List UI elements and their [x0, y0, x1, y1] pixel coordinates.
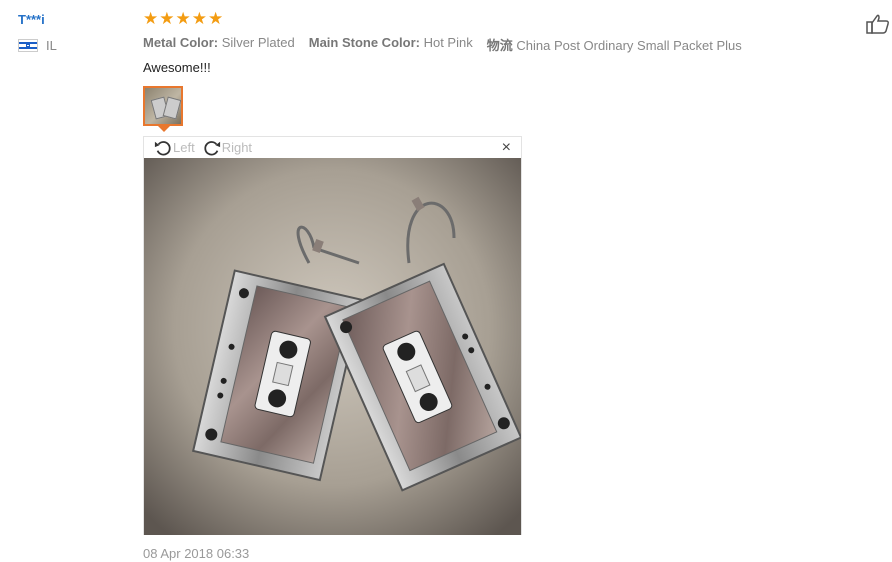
- review-photo-thumbnail[interactable]: [143, 86, 183, 126]
- viewer-toolbar: Left Right ×: [144, 137, 521, 158]
- rotate-right-label: Right: [221, 140, 253, 155]
- rotate-right-button[interactable]: Right: [203, 139, 252, 157]
- rotate-left-button[interactable]: Left: [154, 139, 195, 157]
- rotate-left-label: Left: [173, 140, 195, 155]
- close-icon[interactable]: ×: [502, 139, 511, 157]
- star-rating: ★★★★★: [143, 9, 225, 28]
- thumbs-up-icon[interactable]: [866, 13, 890, 35]
- stone-color-attr: Main Stone Color: Hot Pink: [308, 35, 473, 50]
- review-date: 08 Apr 2018 06:33: [143, 546, 250, 561]
- flag-icon: [18, 39, 38, 52]
- rotate-right-icon: [204, 140, 220, 155]
- rotate-left-icon: [154, 140, 171, 155]
- product-attributes: Metal Color: Silver Plated Main Stone Co…: [143, 35, 742, 54]
- review-text: Awesome!!!: [143, 60, 211, 75]
- reviewer-country: IL: [18, 38, 57, 53]
- photo-viewer: Left Right ×: [143, 136, 522, 535]
- shipping-attr: 物流 China Post Ordinary Small Packet Plus: [486, 38, 742, 53]
- earrings-photo: [144, 158, 521, 535]
- review-photo: [144, 158, 521, 535]
- reviewer-name[interactable]: T***i: [18, 12, 45, 27]
- country-code: IL: [46, 38, 57, 53]
- thumbnail-pointer: [158, 126, 170, 132]
- metal-color-attr: Metal Color: Silver Plated: [143, 35, 295, 50]
